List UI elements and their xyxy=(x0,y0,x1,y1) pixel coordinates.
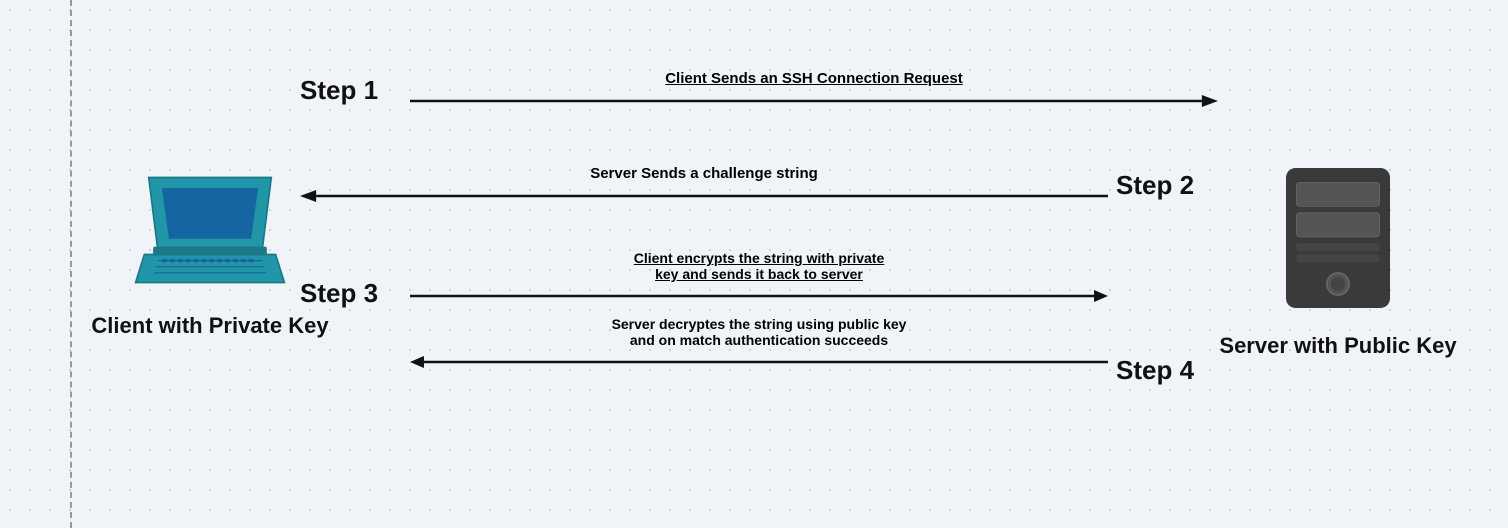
step3-row: Step 3 Client encrypts the string with p… xyxy=(300,250,1218,386)
step1-row: Step 1 Client Sends an SSH Connection Re… xyxy=(300,70,1218,111)
step3-label: Step 3 xyxy=(300,278,410,309)
left-dashed-line xyxy=(70,0,72,528)
step2-text: Server Sends a challenge string xyxy=(590,165,818,182)
server-area: Server with Public Key xyxy=(1218,160,1458,359)
step4-arrow xyxy=(410,352,1108,372)
laptop-icon xyxy=(120,160,300,300)
step2-row: Server Sends a challenge string Step 2 xyxy=(300,165,1218,206)
steps-area: Step 1 Client Sends an SSH Connection Re… xyxy=(300,40,1218,490)
step2-arrow xyxy=(300,186,1108,206)
step4-label: Step 4 xyxy=(1108,355,1218,386)
step3-arrow-top xyxy=(410,286,1108,306)
step3-sub-text-line1: Server decryptes the string using public… xyxy=(612,316,907,332)
step1-text: Client Sends an SSH Connection Request xyxy=(665,70,963,87)
step3-text-line1: Client encrypts the string with private xyxy=(634,250,885,266)
step3-text-line2: key and sends it back to server xyxy=(655,266,863,282)
step1-label: Step 1 xyxy=(300,75,410,106)
step2-label: Step 2 xyxy=(1108,170,1218,201)
diagram-container: Client with Private Key Server with Publ… xyxy=(0,0,1508,528)
step3-sub-text-line2: and on match authentication succeeds xyxy=(630,332,888,348)
server-icon xyxy=(1258,160,1418,320)
server-label: Server with Public Key xyxy=(1218,333,1458,359)
step1-arrow xyxy=(410,91,1218,111)
